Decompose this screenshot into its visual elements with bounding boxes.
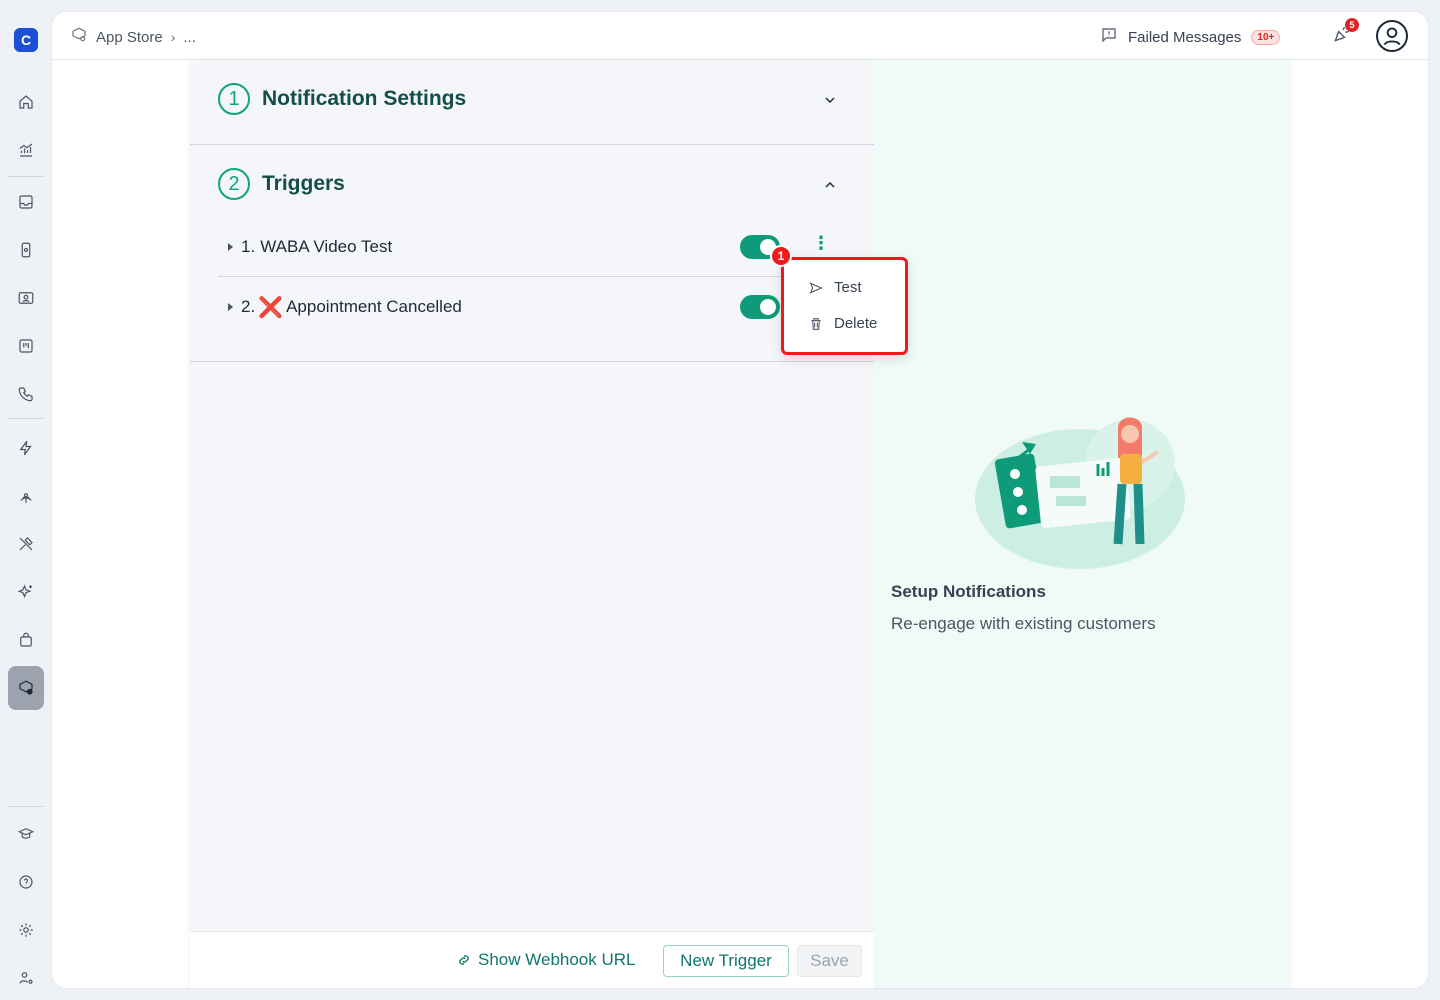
trigger-row[interactable]: 2. ❌ Appointment Cancelled: [218, 277, 846, 337]
home-icon[interactable]: [8, 84, 44, 120]
call-icon[interactable]: [8, 376, 44, 412]
trigger-prefix: 1.: [241, 236, 256, 256]
menu-item-test[interactable]: Test: [808, 279, 862, 296]
send-icon: [809, 281, 823, 294]
settings-pane: 1 Notification Settings 2 Triggers 1. WA…: [190, 60, 874, 988]
main-panel: App Store › ... Failed Messages 10+ 5 1 …: [52, 12, 1428, 988]
breadcrumb-root[interactable]: App Store: [96, 29, 163, 46]
save-button[interactable]: Save: [797, 945, 862, 977]
top-bar: App Store › ... Failed Messages 10+ 5: [52, 12, 1428, 60]
trigger-row[interactable]: 1. WABA Video Test ⋮: [218, 217, 846, 277]
learn-icon[interactable]: [8, 816, 44, 852]
new-trigger-button[interactable]: New Trigger: [663, 945, 789, 977]
trigger-prefix: 2.: [241, 297, 256, 316]
analytics-icon[interactable]: [8, 132, 44, 168]
phone-device-icon[interactable]: [8, 232, 44, 268]
section-title: Notification Settings: [262, 87, 467, 110]
step-number: 2: [218, 168, 250, 200]
menu-item-label: Delete: [834, 315, 878, 332]
message-alert-icon: [1100, 26, 1118, 48]
sidebar: C: [0, 0, 52, 1000]
menu-item-delete[interactable]: Delete: [808, 315, 877, 332]
failed-messages-button[interactable]: Failed Messages 10+: [1100, 26, 1281, 48]
expand-caret-icon[interactable]: [228, 303, 233, 311]
empty-state-pane: Setup Notifications Re-engage with exist…: [874, 60, 1290, 988]
failed-count-badge: 10+: [1251, 29, 1281, 45]
step-number: 1: [218, 83, 250, 115]
sparkles-icon[interactable]: [8, 574, 44, 610]
menu-item-label: Test: [834, 279, 862, 296]
settings-icon[interactable]: [8, 912, 44, 948]
cross-mark-icon: ❌: [258, 296, 284, 319]
breadcrumb: App Store › ...: [70, 26, 196, 48]
breadcrumb-more[interactable]: ...: [183, 29, 196, 46]
avatar[interactable]: [1376, 20, 1408, 52]
setup-illustration: [975, 417, 1185, 569]
trigger-label: WABA Video Test: [260, 236, 393, 256]
chevron-right-icon: ›: [170, 29, 176, 45]
trigger-options-menu: Test Delete: [781, 257, 908, 355]
show-webhook-url-button[interactable]: Show Webhook URL: [456, 950, 636, 970]
notification-count-badge: 5: [1345, 18, 1359, 32]
user-icon: [1383, 27, 1401, 46]
webhook-label: Show Webhook URL: [478, 950, 636, 969]
help-icon[interactable]: [8, 864, 44, 900]
step-marker-badge: 1: [770, 245, 792, 267]
announcements-button[interactable]: 5: [1332, 18, 1359, 46]
trash-icon: [811, 317, 821, 330]
notification-card: 1 Notification Settings 2 Triggers 1. WA…: [190, 60, 1290, 988]
chevron-down-icon[interactable]: [822, 92, 842, 112]
failed-messages-label: Failed Messages: [1128, 28, 1242, 46]
contacts-icon[interactable]: [8, 280, 44, 316]
bag-icon[interactable]: [8, 622, 44, 658]
tools-icon[interactable]: [8, 526, 44, 562]
broadcast-icon[interactable]: [8, 478, 44, 514]
app-store-icon[interactable]: [8, 666, 44, 710]
app-store-icon: [70, 26, 88, 48]
notification-settings-section[interactable]: 1 Notification Settings: [190, 60, 874, 145]
empty-state-subtitle: Re-engage with existing customers: [891, 614, 1156, 633]
trigger-label: Appointment Cancelled: [286, 297, 462, 316]
inbox-icon[interactable]: [8, 184, 44, 220]
expand-caret-icon[interactable]: [228, 242, 233, 251]
link-icon: [459, 955, 469, 965]
more-options-icon[interactable]: ⋮: [812, 233, 830, 254]
footer-bar: Show Webhook URL New Trigger Save: [190, 931, 874, 988]
app-logo[interactable]: C: [14, 28, 38, 52]
board-icon[interactable]: [8, 328, 44, 364]
automation-icon[interactable]: [8, 430, 44, 466]
section-title: Triggers: [262, 172, 345, 195]
user-settings-icon[interactable]: [8, 960, 44, 996]
empty-state-title: Setup Notifications: [891, 582, 1046, 601]
chevron-up-icon[interactable]: [822, 177, 842, 197]
trigger-toggle[interactable]: [740, 295, 780, 319]
